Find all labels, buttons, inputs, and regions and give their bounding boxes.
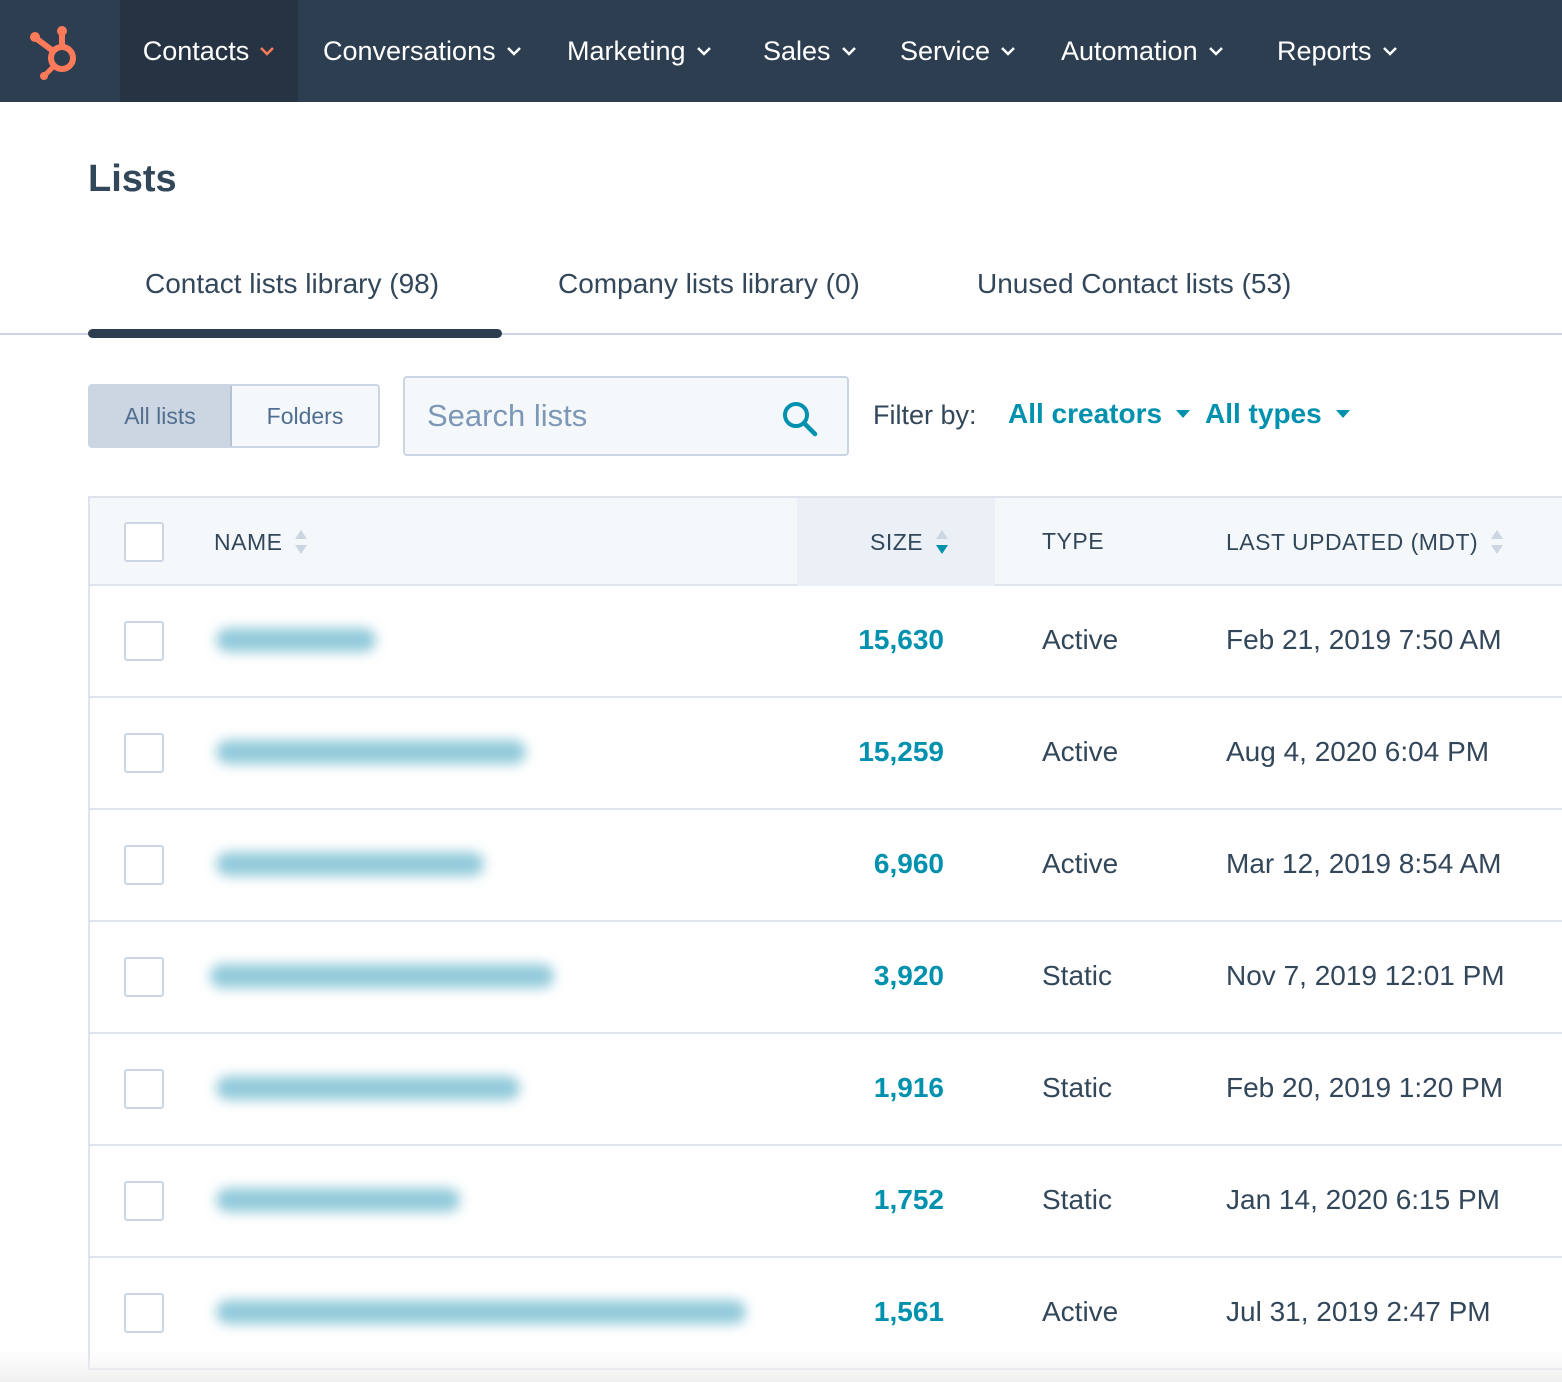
list-type: Active [1042,1296,1119,1327]
list-type: Static [1042,1184,1113,1215]
list-size[interactable]: 15,630 [858,624,944,656]
chevron-down-icon [506,47,521,56]
list-type: Active [1042,624,1119,655]
column-header-type-label: TYPE [1042,528,1105,554]
column-header-name[interactable]: NAME [214,528,308,556]
table-row: 15,259 Active Aug 4, 2020 6:04 PM [88,698,1562,810]
list-type: Active [1042,848,1119,879]
row-checkbox[interactable] [124,1181,164,1221]
table-row: 1,752 Static Jan 14, 2020 6:15 PM [88,1146,1562,1258]
list-size[interactable]: 15,259 [858,736,944,768]
nav-marketing[interactable]: Marketing [567,0,712,102]
column-header-name-label: NAME [214,528,283,555]
nav-automation-label: Automation [1061,35,1198,66]
nav-contacts-label: Contacts [142,35,250,66]
column-header-size-label: SIZE [870,528,924,555]
list-type: Static [1042,1072,1113,1103]
creators-filter-label: All creators [1008,398,1163,429]
nav-service[interactable]: Service [900,0,1016,102]
list-name-link-redacted[interactable] [216,628,376,652]
row-checkbox[interactable] [124,1293,164,1333]
top-nav: Contacts Conversations Marketing Sales S… [0,0,1562,102]
page-title: Lists [88,158,177,200]
nav-contacts[interactable]: Contacts [120,0,298,102]
view-toggle: All lists Folders [88,384,380,448]
list-last-updated: Feb 20, 2019 1:20 PM [1226,1072,1504,1103]
sort-icon [295,530,308,554]
list-name-link-redacted[interactable] [216,1076,520,1100]
folders-button[interactable]: Folders [232,386,378,446]
chevron-down-icon [1001,47,1015,56]
sort-descending-icon [936,530,949,554]
list-last-updated: Jan 14, 2020 6:15 PM [1226,1184,1500,1215]
row-checkbox[interactable] [124,957,164,997]
list-last-updated: Aug 4, 2020 6:04 PM [1226,736,1490,767]
nav-conversations[interactable]: Conversations [323,0,522,102]
sort-icon [1491,530,1504,554]
list-name-link-redacted[interactable] [210,964,554,988]
search-placeholder: Search lists [427,398,588,433]
chevron-down-icon [696,47,711,56]
caret-down-icon [1335,410,1350,418]
creators-filter-dropdown[interactable]: All creators [1008,398,1191,430]
chevron-down-icon [1382,47,1397,56]
nav-sales[interactable]: Sales [763,0,857,102]
table-header: NAME SIZE TYPE LAST UPDATED (MDT) [88,496,1562,586]
nav-service-label: Service [900,35,991,66]
nav-automation[interactable]: Automation [1061,0,1224,102]
hubspot-sprocket-icon[interactable] [24,20,88,80]
list-name-link-redacted[interactable] [216,1188,460,1212]
table-row: 1,916 Static Feb 20, 2019 1:20 PM [88,1034,1562,1146]
list-name-link-redacted[interactable] [216,740,526,764]
table-row: 15,630 Active Feb 21, 2019 7:50 AM [88,586,1562,698]
list-size[interactable]: 1,916 [874,1072,944,1104]
list-last-updated: Nov 7, 2019 12:01 PM [1226,960,1505,991]
list-size[interactable]: 1,752 [874,1184,944,1216]
list-last-updated: Jul 31, 2019 2:47 PM [1226,1296,1491,1327]
nav-sales-label: Sales [763,35,831,66]
nav-conversations-label: Conversations [323,35,496,66]
row-checkbox[interactable] [124,1069,164,1109]
table-row: 3,920 Static Nov 7, 2019 12:01 PM [88,922,1562,1034]
caret-down-icon [1176,410,1191,418]
column-header-type: TYPE [1042,528,1104,555]
list-name-link-redacted[interactable] [216,1300,746,1324]
chevron-down-icon [260,47,275,56]
row-checkbox[interactable] [124,845,164,885]
active-tab-indicator [88,329,502,338]
nav-marketing-label: Marketing [567,35,686,66]
chevron-down-icon [1208,47,1223,56]
all-lists-button[interactable]: All lists [90,386,232,446]
types-filter-dropdown[interactable]: All types [1205,398,1350,430]
select-all-checkbox[interactable] [124,522,164,562]
types-filter-label: All types [1205,398,1322,429]
list-size[interactable]: 1,561 [874,1296,944,1328]
search-icon[interactable] [781,400,819,438]
list-type: Active [1042,736,1119,767]
row-checkbox[interactable] [124,621,164,661]
bottom-shadow [0,1350,1562,1382]
chevron-down-icon [841,47,856,56]
table-row: 6,960 Active Mar 12, 2019 8:54 AM [88,810,1562,922]
tab-company-lists-library[interactable]: Company lists library (0) [558,268,860,300]
column-header-last-updated[interactable]: LAST UPDATED (MDT) [1226,528,1504,556]
row-checkbox[interactable] [124,733,164,773]
list-size[interactable]: 3,920 [874,960,944,992]
list-last-updated: Mar 12, 2019 8:54 AM [1226,848,1502,879]
filter-label: Filter by: [873,400,977,430]
tab-contact-lists-library[interactable]: Contact lists library (98) [145,268,439,300]
search-input[interactable]: Search lists [403,376,849,456]
list-last-updated: Feb 21, 2019 7:50 AM [1226,624,1502,655]
nav-reports-label: Reports [1277,35,1372,66]
tab-unused-contact-lists[interactable]: Unused Contact lists (53) [977,268,1291,300]
column-header-size[interactable]: SIZE [870,528,949,556]
list-size[interactable]: 6,960 [874,848,944,880]
column-header-last-updated-label: LAST UPDATED (MDT) [1226,528,1479,555]
list-type: Static [1042,960,1113,991]
nav-reports[interactable]: Reports [1277,0,1398,102]
list-name-link-redacted[interactable] [216,852,484,876]
